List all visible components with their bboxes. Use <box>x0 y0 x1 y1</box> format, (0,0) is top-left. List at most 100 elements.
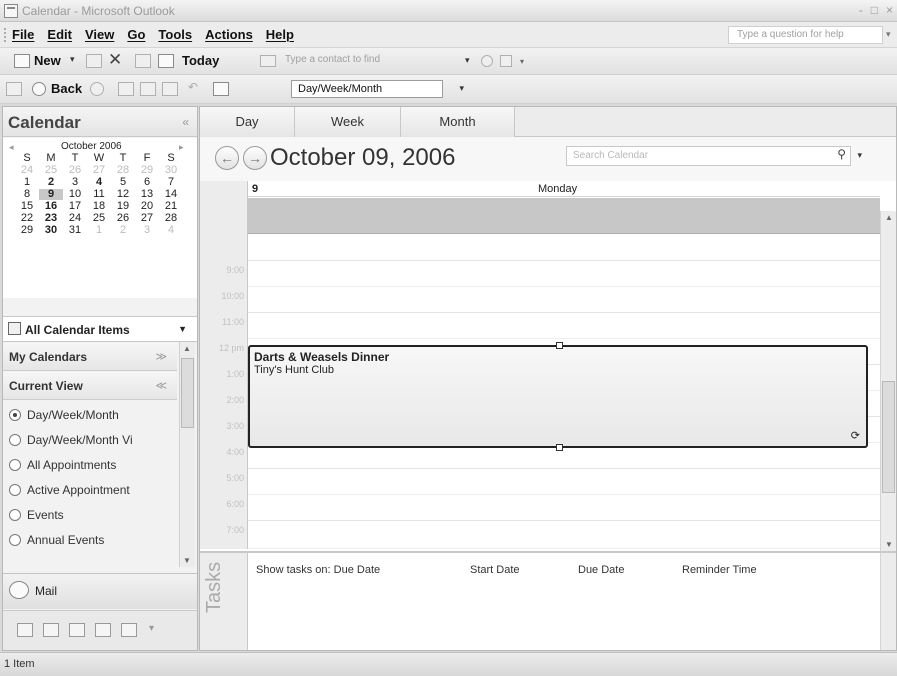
nav-scrollbar[interactable]: ▲ ▼ <box>179 342 195 567</box>
time-slot[interactable] <box>248 287 880 313</box>
tasks-icon[interactable] <box>69 623 85 637</box>
calendar-day[interactable]: 2 <box>111 225 135 236</box>
menu-edit[interactable]: Edit <box>47 27 72 42</box>
menu-help[interactable]: Help <box>266 27 294 42</box>
day-week-month-icon[interactable] <box>213 82 229 96</box>
next-day-arrow-icon[interactable]: → <box>243 146 267 170</box>
tab-week[interactable]: Week <box>295 107 401 137</box>
calendar-day[interactable]: 28 <box>111 165 135 176</box>
calendar-day[interactable]: 2 <box>39 177 63 188</box>
calendar-view-icon[interactable] <box>158 54 174 68</box>
new-calendar-icon[interactable] <box>14 54 30 68</box>
calendar-day[interactable]: 24 <box>63 213 87 224</box>
appointment[interactable]: Darts & Weasels Dinner Tiny's Hunt Club … <box>248 342 868 451</box>
radio-icon[interactable] <box>9 459 21 471</box>
options-icon[interactable] <box>500 55 512 67</box>
tasks-scrollbar[interactable] <box>880 553 896 650</box>
radio-icon[interactable] <box>9 434 21 446</box>
calendar-day[interactable]: 18 <box>87 201 111 212</box>
calendar-day[interactable]: 12 <box>111 189 135 200</box>
radio-icon[interactable] <box>9 534 21 546</box>
calendar-day[interactable]: 23 <box>39 213 63 224</box>
help-icon[interactable] <box>481 55 493 67</box>
contacts-icon[interactable] <box>43 623 59 637</box>
grip-handle[interactable] <box>4 28 7 42</box>
menu-file[interactable]: File <box>12 27 34 42</box>
calendar-day[interactable]: 3 <box>63 177 87 188</box>
back-button[interactable]: Back <box>51 81 82 96</box>
calendar-day[interactable]: 1 <box>15 177 39 188</box>
calendar-day[interactable]: 16 <box>39 201 63 212</box>
calendar-day[interactable]: 7 <box>159 177 183 188</box>
outlook-today-icon[interactable] <box>6 82 22 96</box>
print-icon[interactable] <box>86 54 102 68</box>
folder-list-icon[interactable] <box>121 623 137 637</box>
calendar-day[interactable]: 20 <box>135 201 159 212</box>
calendar-day[interactable]: 30 <box>159 165 183 176</box>
all-calendar-items-select[interactable]: All Calendar Items ▼ <box>3 316 197 342</box>
resize-handle-top[interactable] <box>556 342 563 349</box>
calendar-day[interactable]: 4 <box>159 225 183 236</box>
search-options-icon[interactable]: ▾ <box>857 150 862 161</box>
calendar-day[interactable]: 29 <box>135 165 159 176</box>
scroll-thumb[interactable] <box>882 381 895 493</box>
scroll-up-icon[interactable]: ▲ <box>183 344 191 353</box>
time-slot[interactable] <box>248 469 880 495</box>
calendar-day[interactable]: 30 <box>39 225 63 236</box>
search-calendar-input[interactable]: Search Calendar ⚲ ▾ <box>566 146 862 166</box>
back-arrow-icon[interactable] <box>32 82 46 96</box>
show-tasks-on-label[interactable]: Show tasks on: Due Date <box>256 564 380 576</box>
calendar-day[interactable]: 29 <box>15 225 39 236</box>
view-option[interactable]: All Appointments <box>9 458 177 472</box>
selected-day[interactable]: 9 <box>39 189 63 200</box>
help-search-input[interactable]: Type a question for help <box>728 26 883 44</box>
calendar-day[interactable]: 26 <box>111 213 135 224</box>
collapse-pane-icon[interactable]: « <box>182 115 189 129</box>
all-day-event-area[interactable] <box>248 198 880 234</box>
calendar-day[interactable]: 6 <box>135 177 159 188</box>
view-option[interactable]: Events <box>9 508 177 522</box>
address-book-icon[interactable] <box>260 55 276 67</box>
today-button[interactable]: Today <box>182 53 219 68</box>
tab-day[interactable]: Day <box>200 107 295 137</box>
menu-go[interactable]: Go <box>127 27 145 42</box>
radio-selected-icon[interactable] <box>9 409 21 421</box>
scroll-up-icon[interactable]: ▲ <box>885 213 893 222</box>
notes-icon[interactable] <box>95 623 111 637</box>
calendar-day[interactable]: 17 <box>63 201 87 212</box>
column-due-date[interactable]: Due Date <box>578 564 624 576</box>
time-slot[interactable] <box>248 521 880 549</box>
calendar-day[interactable]: 25 <box>39 165 63 176</box>
prev-month-icon[interactable]: ◂ <box>9 142 14 153</box>
calendar-day[interactable]: 11 <box>87 189 111 200</box>
previous-day-arrow-icon[interactable]: ← <box>215 146 239 170</box>
my-calendars-header[interactable]: My Calendars ≫ <box>3 343 177 371</box>
time-slot[interactable] <box>248 235 880 261</box>
calendar-day[interactable]: 3 <box>135 225 159 236</box>
radio-icon[interactable] <box>9 484 21 496</box>
calendar-day[interactable]: 31 <box>63 225 87 236</box>
toolbar-options-icon[interactable]: ▾ <box>520 57 524 66</box>
chevron-down-icon[interactable]: ▼ <box>178 324 187 334</box>
calendar-day[interactable]: 13 <box>135 189 159 200</box>
calendar-day[interactable]: 14 <box>159 189 183 200</box>
calendar-day[interactable]: 27 <box>135 213 159 224</box>
view-option-day-week-month[interactable]: Day/Week/Month <box>9 408 177 422</box>
close-button[interactable]: × <box>886 3 893 17</box>
configure-buttons-icon[interactable]: ▾ <box>149 623 154 634</box>
calendar-day[interactable]: 26 <box>63 165 87 176</box>
calendar-day[interactable]: 5 <box>111 177 135 188</box>
help-dropdown-icon[interactable]: ▾ <box>886 29 891 40</box>
day-header[interactable]: 9 Monday <box>248 181 880 197</box>
calendar-day[interactable]: 15 <box>15 201 39 212</box>
new-dropdown-icon[interactable]: ▾ <box>70 54 75 65</box>
radio-icon[interactable] <box>9 509 21 521</box>
delete-icon[interactable]: ✕ <box>108 50 122 70</box>
view-option[interactable]: Day/Week/Month Vi <box>9 433 177 447</box>
time-slot[interactable] <box>248 313 880 339</box>
calendar-day[interactable]: 4 <box>87 177 111 188</box>
print-preview-icon[interactable] <box>162 82 178 96</box>
scroll-down-icon[interactable]: ▼ <box>183 556 191 565</box>
move-icon[interactable] <box>135 54 151 68</box>
calendar-day[interactable]: 24 <box>15 165 39 176</box>
